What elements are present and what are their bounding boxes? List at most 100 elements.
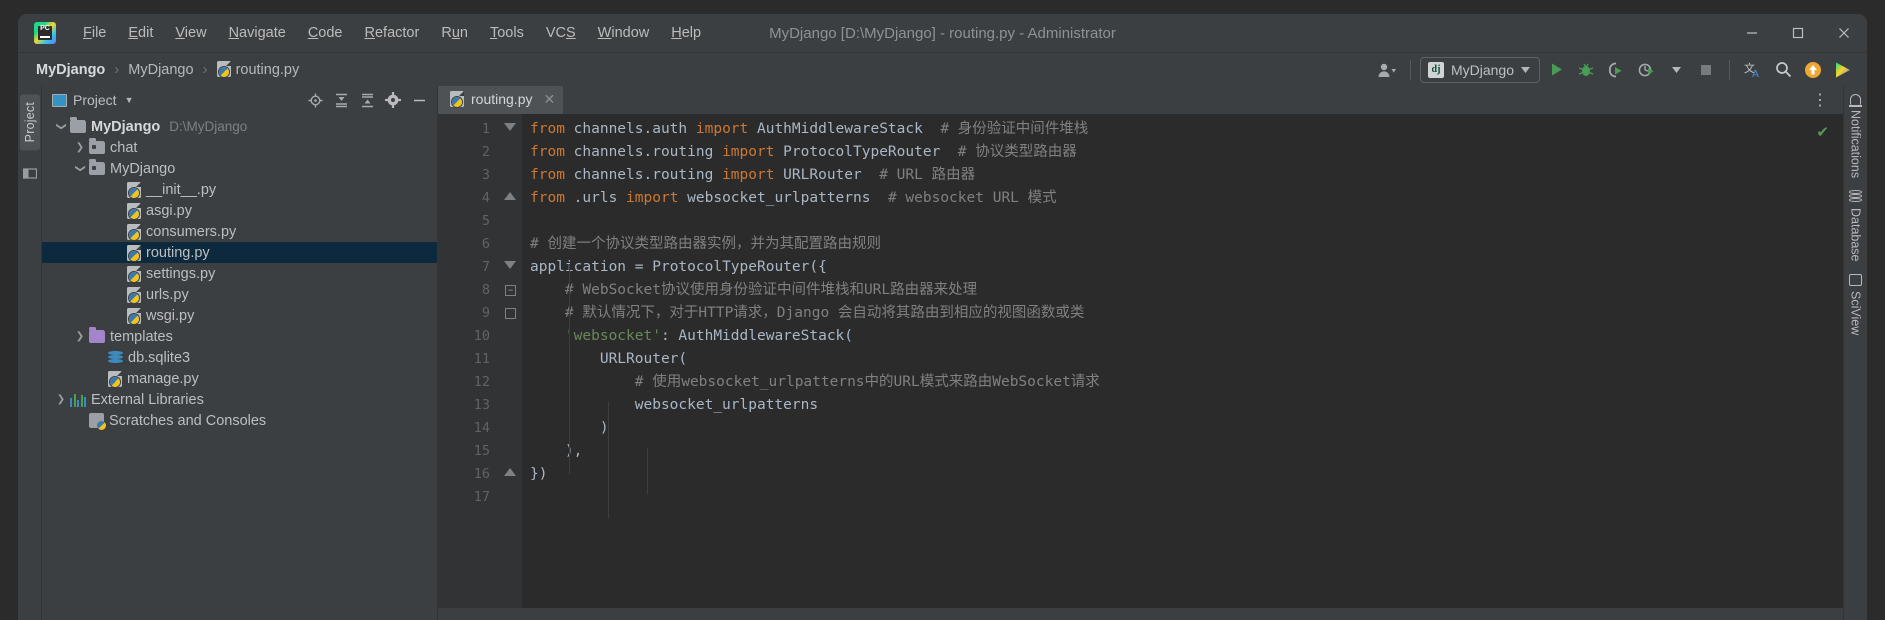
fold-region-icon[interactable]: − — [505, 285, 516, 296]
tree-item-mydjango[interactable]: ❯ MyDjango D:\MyDjango — [42, 116, 437, 137]
code-line[interactable]: # 使用websocket_urlpatterns中的URL模式来路由WebSo… — [522, 371, 1843, 394]
stop-icon[interactable] — [1692, 57, 1720, 83]
settings-gear-icon[interactable] — [381, 89, 405, 111]
coverage-icon[interactable] — [1602, 57, 1630, 83]
code-line[interactable]: # WebSocket协议使用身份验证中间件堆栈和URL路由器来处理 — [522, 279, 1843, 302]
fold-slot[interactable]: − — [500, 279, 522, 302]
breadcrumb-item-0[interactable]: MyDjango — [32, 60, 109, 80]
minimize-button[interactable] — [1729, 14, 1775, 52]
debug-icon[interactable] — [1572, 57, 1600, 83]
maximize-button[interactable] — [1775, 14, 1821, 52]
menu-item-code[interactable]: Code — [297, 22, 354, 44]
code-line[interactable]: # 默认情况下，对于HTTP请求，Django 会自动将其路由到相应的视图函数或… — [522, 302, 1843, 325]
menu-item-run[interactable]: Run — [430, 22, 479, 44]
inspection-status-icon[interactable]: ✔ — [1816, 123, 1829, 141]
sidebar-tab-project[interactable]: Project — [19, 94, 40, 151]
menu-item-file[interactable]: File — [72, 22, 117, 44]
sidebar-tab-notifications[interactable]: Notifications — [1848, 94, 1863, 178]
tree-item-urls-py[interactable]: urls.py — [42, 284, 437, 305]
locate-icon[interactable] — [303, 89, 327, 111]
breadcrumb-item-2[interactable]: routing.py — [213, 59, 304, 80]
code-line[interactable]: websocket_urlpatterns — [522, 394, 1843, 417]
run-icon[interactable] — [1542, 57, 1570, 83]
code-folding-gutter[interactable]: − — [500, 114, 522, 608]
tree-item-db-sqlite3[interactable]: db.sqlite3 — [42, 347, 437, 368]
close-tab-icon[interactable]: ✕ — [543, 91, 555, 108]
tree-item-templates[interactable]: ❯ templates — [42, 326, 437, 347]
project-tree[interactable]: ❯ MyDjango D:\MyDjango ❯ chat ❯ MyDjango __init… — [42, 114, 437, 620]
chevron-right-icon[interactable]: ❯ — [71, 142, 89, 153]
translate-icon[interactable]: 文 A — [1739, 57, 1767, 83]
code-content[interactable]: from channels.auth import AuthMiddleware… — [522, 114, 1843, 608]
tree-item-chat[interactable]: ❯ chat — [42, 137, 437, 158]
tree-item-external-libraries[interactable]: ❯ External Libraries — [42, 389, 437, 410]
code-line[interactable]: from channels.auth import AuthMiddleware… — [522, 118, 1843, 141]
menu-item-vcs[interactable]: VCS — [535, 22, 587, 44]
menu-item-edit[interactable]: Edit — [117, 22, 164, 44]
code-line[interactable]: application = ProtocolTypeRouter({ — [522, 256, 1843, 279]
fold-region-end-icon[interactable] — [505, 308, 516, 319]
sidebar-tab-sciview[interactable]: SciView — [1849, 273, 1863, 335]
fold-collapse-icon[interactable] — [504, 123, 516, 131]
code-editor[interactable]: 1 2 3 4 5 6 7 8 9 10 11 12 13 14 15 16 17 − from channel… — [438, 114, 1843, 608]
editor-tab-routing-py[interactable]: routing.py ✕ — [438, 86, 564, 114]
fold-slot[interactable] — [500, 256, 522, 279]
code-line[interactable]: ) — [522, 417, 1843, 440]
code-line[interactable]: # 创建一个协议类型路由器实例，并为其配置路由规则 — [522, 233, 1843, 256]
chevron-down-icon[interactable]: ❯ — [56, 118, 67, 136]
hide-panel-icon[interactable] — [407, 89, 431, 111]
menu-item-tools[interactable]: Tools — [479, 22, 535, 44]
menu-item-help[interactable]: Help — [660, 22, 712, 44]
tree-item-manage-py[interactable]: manage.py — [42, 368, 437, 389]
search-everywhere-icon[interactable] — [1769, 57, 1797, 83]
chevron-down-icon[interactable]: ▼ — [125, 95, 134, 105]
run-configuration-selector[interactable]: dj MyDjango — [1419, 56, 1540, 83]
close-button[interactable] — [1821, 14, 1867, 52]
chevron-right-icon[interactable]: ❯ — [71, 331, 89, 342]
tree-item-wsgi-py[interactable]: wsgi.py — [42, 305, 437, 326]
code-line[interactable] — [522, 210, 1843, 233]
sidebar-tab-database[interactable]: Database — [1849, 190, 1863, 262]
tree-item--init-py[interactable]: __init__.py — [42, 179, 437, 200]
profiler-dropdown-icon[interactable] — [1662, 57, 1690, 83]
code-line[interactable] — [522, 486, 1843, 509]
menu-item-view[interactable]: View — [164, 22, 217, 44]
code-line[interactable]: ), — [522, 440, 1843, 463]
chevron-right-icon[interactable]: ❯ — [52, 394, 70, 405]
update-project-icon[interactable] — [1799, 57, 1827, 83]
user-account-icon[interactable] — [1373, 57, 1401, 83]
fold-end-icon[interactable] — [504, 192, 516, 200]
code-line[interactable]: URLRouter( — [522, 348, 1843, 371]
tree-item-mydjango[interactable]: ❯ MyDjango — [42, 158, 437, 179]
tree-item-settings-py[interactable]: settings.py — [42, 263, 437, 284]
breadcrumb-item-1[interactable]: MyDjango — [124, 60, 197, 80]
menu-bar[interactable]: File Edit View Navigate Code Refactor Run Tools… — [72, 22, 712, 44]
fold-slot[interactable] — [500, 118, 522, 141]
fold-slot[interactable] — [500, 463, 522, 486]
editor-scrollbar[interactable] — [1831, 114, 1843, 608]
collapse-all-icon[interactable] — [355, 89, 379, 111]
fold-collapse-icon[interactable] — [504, 261, 516, 269]
tree-item-consumers-py[interactable]: consumers.py — [42, 221, 437, 242]
structure-icon[interactable] — [22, 166, 37, 180]
ide-assistant-icon[interactable] — [1829, 57, 1857, 83]
code-line[interactable]: }) — [522, 463, 1843, 486]
fold-end-icon[interactable] — [504, 468, 516, 476]
tree-item-asgi-py[interactable]: asgi.py — [42, 200, 437, 221]
tree-item-scratches-and-consoles[interactable]: Scratches and Consoles — [42, 410, 437, 431]
menu-item-navigate[interactable]: Navigate — [218, 22, 297, 44]
code-line[interactable]: from channels.routing import URLRouter #… — [522, 164, 1843, 187]
code-line[interactable]: from channels.routing import ProtocolTyp… — [522, 141, 1843, 164]
menu-item-refactor[interactable]: Refactor — [354, 22, 431, 44]
fold-slot[interactable] — [500, 302, 522, 325]
tree-item-routing-py[interactable]: routing.py — [42, 242, 437, 263]
menu-item-window[interactable]: Window — [587, 22, 661, 44]
breadcrumb[interactable]: MyDjango › MyDjango › routing.py — [32, 59, 303, 80]
profiler-icon[interactable] — [1632, 57, 1660, 83]
chevron-down-icon[interactable]: ❯ — [75, 160, 86, 178]
code-line[interactable]: 'websocket': AuthMiddlewareStack( — [522, 325, 1843, 348]
code-line[interactable]: from .urls import websocket_urlpatterns … — [522, 187, 1843, 210]
more-options-icon[interactable]: ⋮ — [1806, 90, 1835, 110]
expand-all-icon[interactable] — [329, 89, 353, 111]
fold-slot[interactable] — [500, 187, 522, 210]
